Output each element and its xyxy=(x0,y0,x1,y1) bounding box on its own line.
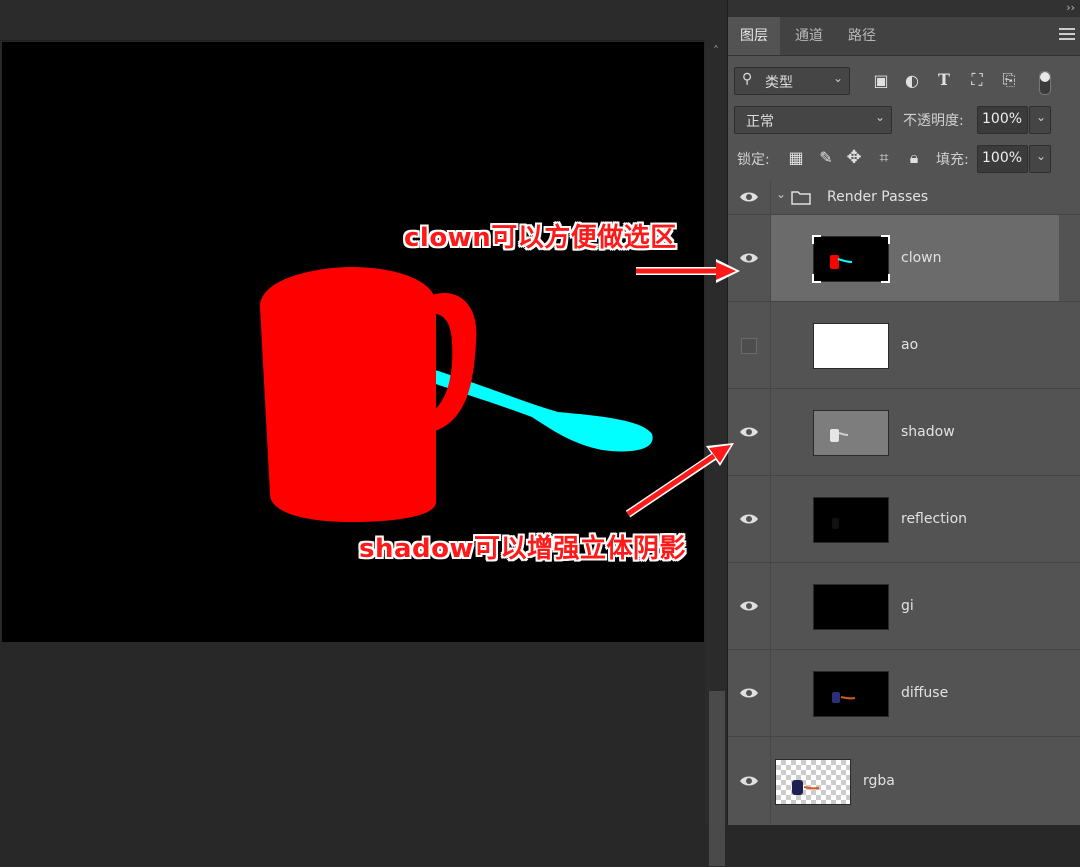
blend-mode-value: 正常 xyxy=(746,114,774,130)
filter-row: ⚲ 类型 ⌄ ▣ ◐ T ⛶ ⎘ xyxy=(728,64,1080,98)
layer-thumbnail xyxy=(813,671,889,717)
panel-tabbar: 图层 通道 路径 xyxy=(728,17,1080,56)
search-icon: ⚲ xyxy=(742,71,753,87)
tab-label: 路径 xyxy=(848,28,876,44)
smart-object-filter-icon[interactable]: ⎘ xyxy=(998,70,1020,90)
eye-icon[interactable] xyxy=(739,775,759,787)
tab-channels[interactable]: 通道 xyxy=(783,17,835,55)
layer-visibility[interactable] xyxy=(728,302,771,388)
layer-gi[interactable]: gi xyxy=(728,563,1080,650)
layers-panel: ›› 图层 通道 路径 ⚲ 类型 ⌄ ▣ ◐ T ⛶ ⎘ 正常 ⌄ 不透明度: … xyxy=(727,0,1080,825)
tab-paths[interactable]: 路径 xyxy=(836,17,888,55)
eye-icon[interactable] xyxy=(739,513,759,525)
layer-ao[interactable]: ao xyxy=(728,302,1080,389)
vertical-scrollbar[interactable]: ˄ xyxy=(705,40,727,867)
scroll-thumb[interactable] xyxy=(708,690,726,867)
lock-image-pixels-icon[interactable]: ✎ xyxy=(815,148,837,167)
opacity-dropdown[interactable]: ⌄ xyxy=(1029,106,1051,134)
kind-filter-select[interactable]: ⚲ 类型 ⌄ xyxy=(734,67,850,95)
diffuse-thumbnail-image xyxy=(832,692,856,703)
layer-list: ⌄ Render Passes clown ao shadow reflecti… xyxy=(728,180,1080,825)
fill-label: 填充: xyxy=(936,152,969,168)
blend-mode-select[interactable]: 正常 ⌄ xyxy=(734,106,892,134)
opacity-field[interactable]: 100% xyxy=(977,106,1028,134)
layer-name: shadow xyxy=(901,424,955,440)
layer-diffuse[interactable]: diffuse xyxy=(728,650,1080,737)
eye-icon[interactable] xyxy=(739,687,759,699)
opacity-value: 100% xyxy=(982,111,1023,127)
layer-visibility[interactable] xyxy=(728,476,771,562)
double-chevron-icon[interactable]: ›› xyxy=(1066,1,1075,14)
layer-thumbnail xyxy=(813,584,889,630)
group-visibility[interactable] xyxy=(728,180,771,214)
layer-thumbnail xyxy=(813,497,889,543)
layer-visibility[interactable] xyxy=(728,563,771,649)
document-workspace: ˄ xyxy=(0,0,727,867)
chevron-down-icon: ⌄ xyxy=(832,71,843,85)
layer-name: clown xyxy=(901,250,942,266)
layer-thumbnail xyxy=(813,323,889,369)
shadow-thumbnail-image xyxy=(830,429,849,442)
reflection-thumbnail-image xyxy=(832,518,839,529)
layer-thumbnail xyxy=(775,759,851,805)
layer-name: diffuse xyxy=(901,685,949,701)
layer-name: rgba xyxy=(863,773,895,789)
layer-reflection[interactable]: reflection xyxy=(728,476,1080,563)
eye-icon[interactable] xyxy=(739,191,759,203)
fill-value: 100% xyxy=(982,150,1023,166)
eye-icon[interactable] xyxy=(739,426,759,438)
hidden-visibility-box[interactable] xyxy=(741,338,757,354)
annotation-shadow-note: shadow可以增强立体阴影 xyxy=(359,534,687,564)
eye-icon[interactable] xyxy=(739,252,759,264)
lock-artboard-icon[interactable]: ⌗ xyxy=(873,148,895,168)
lock-transparent-pixels-icon[interactable]: ▦ xyxy=(785,148,807,167)
hamburger-icon[interactable] xyxy=(1059,28,1075,42)
eye-icon[interactable] xyxy=(739,600,759,612)
type-filter-icon[interactable]: T xyxy=(933,70,955,89)
panel-header: ›› xyxy=(728,0,1080,17)
mug-body-shape xyxy=(260,267,436,522)
image-filter-icon[interactable]: ▣ xyxy=(870,71,892,90)
scroll-up-icon[interactable]: ˄ xyxy=(705,44,727,58)
layer-thumbnail xyxy=(812,235,890,283)
layer-visibility[interactable] xyxy=(728,650,771,736)
fill-dropdown[interactable]: ⌄ xyxy=(1029,145,1051,173)
kind-filter-value: 类型 xyxy=(765,75,793,91)
chevron-down-icon: ⌄ xyxy=(874,110,885,124)
layer-visibility[interactable] xyxy=(728,215,771,301)
tab-layers[interactable]: 图层 xyxy=(728,17,780,55)
lock-row: 锁定: ▦ ✎ ✥ ⌗ 🔒︎ 填充: 100% ⌄ xyxy=(728,142,1080,176)
chevron-down-icon: ⌄ xyxy=(1035,149,1046,163)
layer-thumbnail xyxy=(813,410,889,456)
folder-icon xyxy=(791,191,811,205)
chevron-down-icon[interactable]: ⌄ xyxy=(776,187,786,201)
fill-field[interactable]: 100% xyxy=(977,145,1028,173)
opacity-label: 不透明度: xyxy=(903,113,964,129)
rgba-thumbnail-image xyxy=(792,780,820,795)
shape-filter-icon[interactable]: ⛶ xyxy=(966,70,988,90)
blend-row: 正常 ⌄ 不透明度: 100% ⌄ xyxy=(728,103,1080,137)
layer-name: reflection xyxy=(901,511,968,527)
layer-visibility[interactable] xyxy=(728,389,771,475)
lock-all-icon[interactable]: 🔒︎ xyxy=(903,148,925,168)
annotation-clown-note: clown可以方便做选区 xyxy=(404,223,677,253)
selection-corner-marks xyxy=(812,235,890,283)
tab-label: 图层 xyxy=(740,28,768,44)
layer-visibility[interactable] xyxy=(728,737,771,825)
layer-name: gi xyxy=(901,598,914,614)
layer-group-render-passes[interactable]: ⌄ Render Passes xyxy=(728,180,1080,215)
layer-clown-row[interactable]: clown xyxy=(728,215,1080,302)
layer-name: ao xyxy=(901,337,919,353)
chevron-down-icon: ⌄ xyxy=(1035,110,1046,124)
document-tab-strip xyxy=(0,0,727,41)
tab-label: 通道 xyxy=(795,28,823,44)
layer-rgba[interactable]: rgba xyxy=(728,737,1080,825)
group-name: Render Passes xyxy=(827,189,929,205)
filter-toggle-icon[interactable] xyxy=(1039,71,1051,95)
lock-label: 锁定: xyxy=(737,152,770,168)
adjustment-filter-icon[interactable]: ◐ xyxy=(901,71,923,90)
layer-shadow[interactable]: shadow xyxy=(728,389,1080,476)
lock-position-icon[interactable]: ✥ xyxy=(843,147,865,168)
